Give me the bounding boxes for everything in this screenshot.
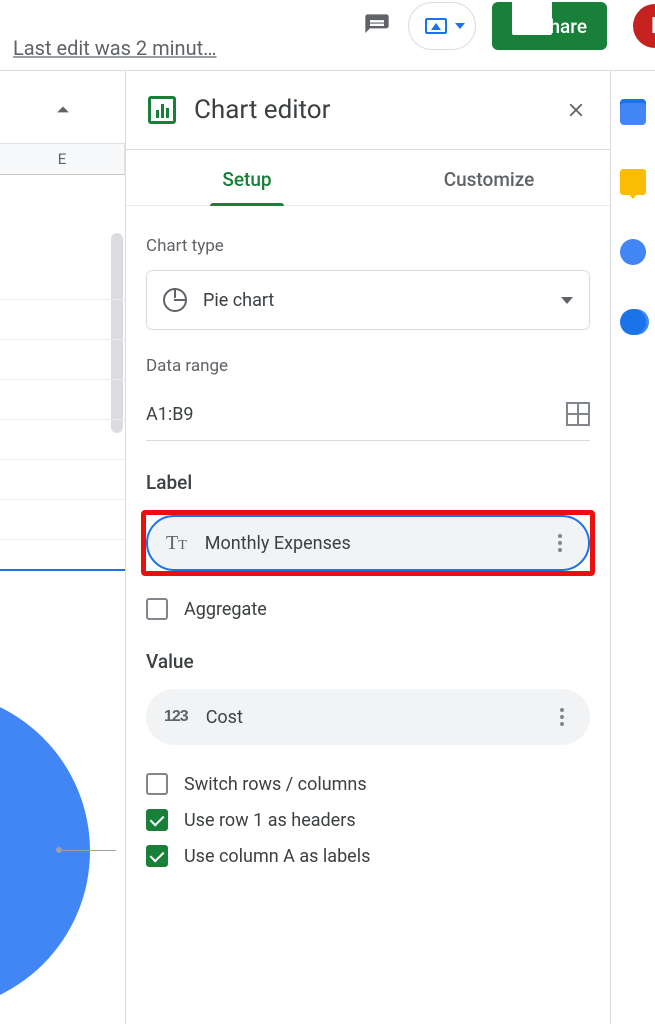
aggregate-checkbox[interactable] <box>146 598 168 620</box>
use-row1-label: Use row 1 as headers <box>184 810 356 831</box>
use-row1-checkbox[interactable] <box>146 809 168 831</box>
use-colA-checkbox[interactable] <box>146 845 168 867</box>
present-icon <box>425 18 447 34</box>
number-type-icon: 123 <box>164 708 188 726</box>
value-field[interactable]: 123 Cost <box>146 689 590 745</box>
use-colA-row[interactable]: Use column A as labels <box>146 845 590 867</box>
share-button[interactable]: Share <box>492 2 607 50</box>
pie-chart-icon <box>163 288 187 312</box>
topbar-actions: Share D <box>362 2 655 50</box>
main: E Chart editor Setup Customize Chart typ… <box>0 71 655 1024</box>
close-icon[interactable] <box>564 98 588 122</box>
label-heading: Label <box>146 471 590 494</box>
chart-icon <box>148 96 176 124</box>
switch-rows-cols-checkbox[interactable] <box>146 773 168 795</box>
last-edit-link[interactable]: Last edit was 2 minut… <box>13 36 217 60</box>
use-colA-label: Use column A as labels <box>184 846 370 867</box>
chart-editor-panel: Chart editor Setup Customize Chart type … <box>126 71 611 1024</box>
pie-chart-preview[interactable] <box>0 691 90 1011</box>
calendar-icon[interactable] <box>620 99 646 125</box>
value-field-value: Cost <box>206 707 243 728</box>
label-highlight: TT Monthly Expenses <box>141 510 595 576</box>
label-field[interactable]: TT Monthly Expenses <box>146 515 590 571</box>
chart-type-label: Chart type <box>146 236 590 256</box>
panel-body: Chart type Pie chart Data range A1:B9 La… <box>126 206 610 1024</box>
spreadsheet-area: E <box>0 71 126 1024</box>
use-row1-row[interactable]: Use row 1 as headers <box>146 809 590 831</box>
aggregate-label: Aggregate <box>184 599 267 620</box>
collapse-chevron-icon[interactable] <box>42 89 84 131</box>
contacts-icon[interactable] <box>620 309 646 335</box>
text-type-icon: TT <box>166 532 187 555</box>
keep-icon[interactable] <box>620 169 646 195</box>
data-range-label: Data range <box>146 356 590 376</box>
comments-icon[interactable] <box>362 11 392 41</box>
avatar[interactable]: D <box>633 4 655 48</box>
switch-rows-cols-row[interactable]: Switch rows / columns <box>146 773 590 795</box>
chart-type-value: Pie chart <box>203 290 274 311</box>
pie-center-dot <box>56 847 62 853</box>
data-range-input[interactable]: A1:B9 <box>146 404 566 425</box>
chevron-down-icon <box>561 297 573 304</box>
chart-type-select[interactable]: Pie chart <box>146 270 590 330</box>
pie-radius-line <box>56 850 116 851</box>
more-icon[interactable] <box>552 700 572 734</box>
switch-rows-cols-label: Switch rows / columns <box>184 774 367 795</box>
label-field-value: Monthly Expenses <box>205 533 351 554</box>
tab-setup[interactable]: Setup <box>126 150 368 205</box>
selection-line <box>0 569 125 571</box>
panel-header: Chart editor <box>126 71 610 149</box>
column-header-row: E <box>0 143 125 175</box>
column-header-e[interactable]: E <box>0 144 125 174</box>
present-button[interactable] <box>408 2 476 50</box>
panel-title: Chart editor <box>194 95 546 125</box>
side-rail <box>611 71 655 1024</box>
more-icon[interactable] <box>550 526 570 560</box>
grid-rows <box>0 260 125 540</box>
lock-icon <box>512 17 528 35</box>
tab-customize[interactable]: Customize <box>368 150 610 205</box>
select-range-icon[interactable] <box>566 402 590 426</box>
tasks-icon[interactable] <box>620 239 646 265</box>
topbar: Last edit was 2 minut… Share D <box>0 0 655 70</box>
chevron-down-icon <box>455 23 465 29</box>
aggregate-checkbox-row[interactable]: Aggregate <box>146 598 590 620</box>
data-range-row: A1:B9 <box>146 390 590 441</box>
value-heading: Value <box>146 650 590 673</box>
tabs: Setup Customize <box>126 150 610 206</box>
